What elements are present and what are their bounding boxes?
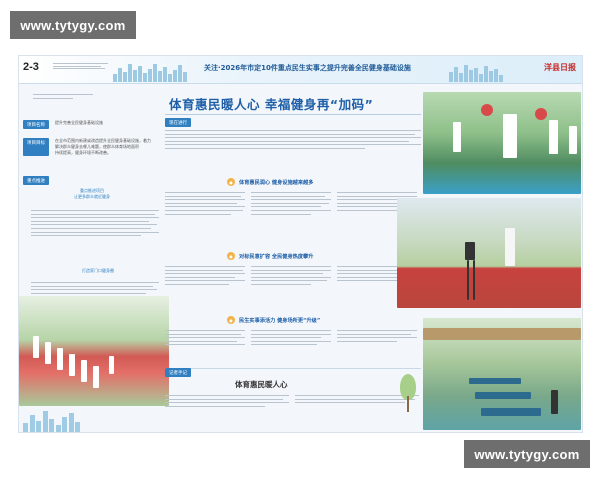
photo-running-track [397, 198, 581, 308]
subhead-3: ● 民生实事添活力 健身场所更“升级” [227, 316, 320, 324]
sidebar-body-text [31, 210, 159, 237]
editor-note-title: 体育惠民暖人心 [235, 380, 288, 389]
newspaper-page: 2-3 关注·2026年市定10件重点民生实事之提升完善全民健身基础设施 洋县日… [18, 55, 583, 433]
tag-now: 现在进行 [165, 118, 191, 127]
pin-icon: ● [227, 252, 235, 260]
column-block-2 [165, 266, 421, 285]
watermark-top: www.tytygy.com [10, 11, 136, 39]
sidebar-header-lines [33, 94, 93, 99]
highlight-row: 重点推进 [23, 176, 49, 185]
photo-group-walking [19, 296, 169, 406]
highlight-quote-2: 打造家门口健身圈 [53, 268, 143, 274]
tag-project-name: 项目名称 [23, 120, 49, 129]
target-line: 持续提高，健身环境不断改善。 [55, 150, 111, 155]
footer-skyline-decoration [19, 406, 169, 432]
editor-note-text [165, 395, 421, 407]
highlight-line: 让更多群众就近健身 [74, 194, 110, 199]
highlight-line: 打造家门口健身圈 [82, 268, 114, 273]
subhead-1: ● 体育惠民润心 健身设施越来越多 [227, 178, 313, 186]
article-intro-text [165, 130, 421, 149]
watermark-bottom: www.tytygy.com [464, 440, 590, 468]
column-block-3 [165, 330, 421, 346]
project-target-row: 项目目标 在全市范围内新建或改造提升全民健身基础设施，着力 解决群众健身去哪儿难… [23, 138, 153, 156]
photo-table-tennis [423, 318, 581, 430]
pin-icon: ● [227, 316, 235, 324]
sidebar-body-text-2 [31, 282, 159, 294]
skyline-decoration-right [449, 62, 503, 82]
tag-editor-note: 记者手记 [165, 368, 191, 377]
tree-illustration [397, 374, 419, 414]
tag-project-target: 项目目标 [23, 138, 49, 156]
title-divider [165, 114, 421, 115]
article-body: 现在进行 ● 体育惠民润心 健身设施越来越多 ● 对标民意扩容 全民健身热度攀升… [165, 118, 421, 368]
page-number: 2-3 [23, 61, 39, 73]
editor-note: 记者手记 体育惠民暖人心 [165, 368, 421, 430]
project-name: 提升完善全民健身基础设施 [55, 120, 103, 125]
masthead: 2-3 关注·2026年市定10件重点民生实事之提升完善全民健身基础设施 洋县日… [19, 56, 582, 84]
subhead-2: ● 对标民意扩容 全民健身热度攀升 [227, 252, 313, 260]
column-block-1 [165, 192, 421, 215]
sidebar-info: 项目名称 提升完善全民健身基础设施 项目目标 在全市范围内新建或改造提升全民健身… [23, 92, 163, 302]
photo-fan-dance [423, 92, 581, 194]
pin-icon: ● [227, 178, 235, 186]
article-title: 体育惠民暖人心 幸福健身再“加码” [169, 97, 374, 112]
skyline-decoration [113, 62, 187, 82]
project-name-row: 项目名称 提升完善全民健身基础设施 [23, 120, 103, 129]
newspaper-brand-logo: 洋县日报 [544, 62, 576, 72]
tag-highlight: 重点推进 [23, 176, 49, 185]
highlight-quote: 重点推进项目 让更多群众就近健身 [37, 188, 147, 200]
masthead-banner: 关注·2026年市定10件重点民生实事之提升完善全民健身基础设施 [204, 64, 411, 72]
masthead-meta [53, 60, 113, 70]
